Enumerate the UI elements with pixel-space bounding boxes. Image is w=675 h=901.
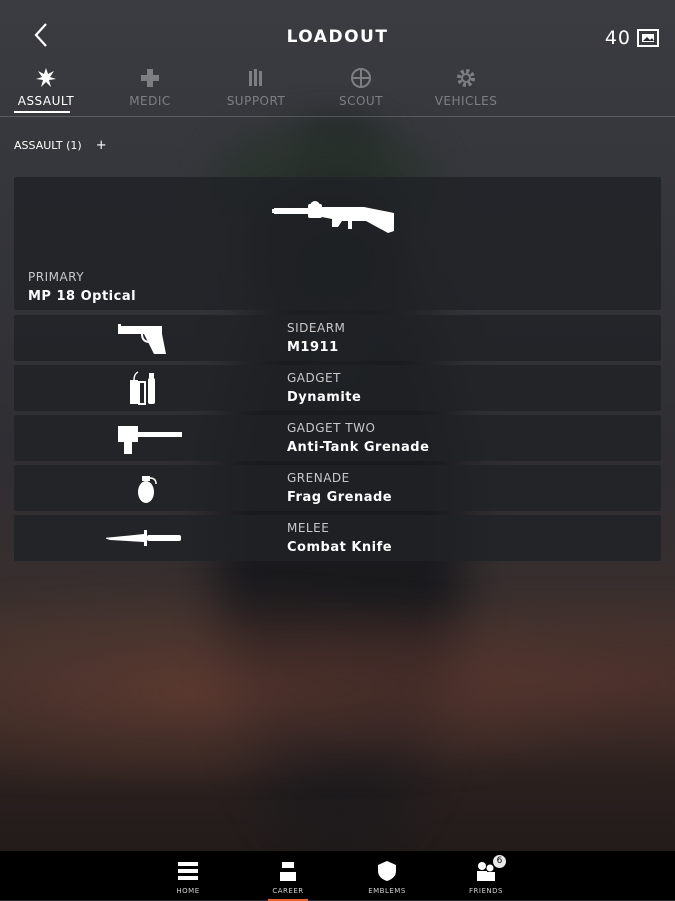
gadget-name: Anti-Tank Grenade bbox=[287, 440, 430, 455]
tab-assault[interactable]: ASSAULT bbox=[0, 62, 96, 116]
slot-category: GADGET TWO bbox=[287, 421, 376, 435]
frag-grenade-icon bbox=[138, 476, 157, 503]
home-icon bbox=[178, 862, 198, 880]
nav-label: HOME bbox=[176, 887, 200, 895]
weapon-name: MP 18 Optical bbox=[28, 289, 137, 304]
tab-divider bbox=[0, 116, 675, 117]
tab-label: MEDIC bbox=[129, 94, 171, 108]
anti-tank-grenade-icon bbox=[118, 426, 182, 454]
nav-emblems[interactable]: EMBLEMS bbox=[352, 857, 422, 895]
tab-medic[interactable]: MEDIC bbox=[100, 62, 200, 116]
gadget-slot[interactable]: GADGET Dynamite bbox=[14, 365, 661, 411]
nav-label: FRIENDS bbox=[469, 887, 503, 895]
slot-category: PRIMARY bbox=[28, 270, 85, 284]
submachine-gun-icon bbox=[272, 201, 394, 233]
shield-icon bbox=[378, 861, 396, 881]
nav-label: CAREER bbox=[272, 887, 304, 895]
friends-count-badge: 6 bbox=[493, 855, 506, 868]
soldier-icon bbox=[280, 862, 296, 881]
currency-value: 40 bbox=[604, 27, 631, 49]
pistol-icon bbox=[118, 324, 166, 354]
nav-career[interactable]: CAREER bbox=[253, 857, 323, 901]
gadget-name: Dynamite bbox=[287, 390, 362, 405]
ammo-icon bbox=[249, 69, 262, 86]
tab-support[interactable]: SUPPORT bbox=[206, 62, 306, 116]
class-selector[interactable]: ASSAULT (1) + bbox=[14, 138, 107, 153]
tab-vehicles[interactable]: VEHICLES bbox=[416, 62, 516, 116]
nav-label: EMBLEMS bbox=[368, 887, 406, 895]
melee-slot[interactable]: MELEE Combat Knife bbox=[14, 515, 661, 561]
bottom-navigation: HOME CAREER EMBLEMS 6 FRIENDS bbox=[0, 851, 675, 901]
gear-icon bbox=[457, 69, 475, 87]
slot-category: GADGET bbox=[287, 371, 341, 385]
page-title: LOADOUT bbox=[286, 27, 389, 47]
melee-name: Combat Knife bbox=[287, 540, 393, 555]
active-tab-indicator bbox=[14, 111, 70, 113]
slot-category: GRENADE bbox=[287, 471, 350, 485]
class-tabs: ASSAULT MEDIC SUPPORT SCOUT VEHICLES bbox=[0, 62, 675, 116]
crosshair-icon bbox=[351, 68, 371, 88]
tab-label: VEHICLES bbox=[434, 94, 498, 108]
add-loadout-button[interactable]: + bbox=[96, 138, 107, 153]
grenade-name: Frag Grenade bbox=[287, 490, 393, 505]
top-bar: LOADOUT 40 bbox=[0, 0, 675, 70]
knife-icon bbox=[106, 530, 181, 546]
nav-friends[interactable]: 6 FRIENDS bbox=[451, 855, 521, 895]
gadget-two-slot[interactable]: GADGET TWO Anti-Tank Grenade bbox=[14, 415, 661, 461]
tab-scout[interactable]: SCOUT bbox=[311, 62, 411, 116]
primary-weapon-card[interactable]: PRIMARY MP 18 Optical bbox=[14, 177, 661, 310]
slot-category: MELEE bbox=[287, 521, 330, 535]
class-selector-label: ASSAULT (1) bbox=[14, 139, 82, 152]
weapon-name: M1911 bbox=[287, 340, 339, 355]
nav-home[interactable]: HOME bbox=[153, 857, 223, 895]
plus-cross-icon bbox=[141, 69, 159, 87]
tab-label: SCOUT bbox=[338, 94, 384, 108]
photo-card-icon bbox=[637, 29, 659, 47]
sidearm-slot[interactable]: SIDEARM M1911 bbox=[14, 315, 661, 361]
explosion-icon bbox=[36, 68, 56, 87]
slot-category: SIDEARM bbox=[287, 321, 346, 335]
dynamite-icon bbox=[130, 371, 155, 405]
grenade-slot[interactable]: GRENADE Frag Grenade bbox=[14, 465, 661, 511]
tab-label: SUPPORT bbox=[226, 94, 286, 108]
tab-label: ASSAULT bbox=[17, 94, 75, 108]
currency-display[interactable]: 40 bbox=[605, 27, 659, 49]
